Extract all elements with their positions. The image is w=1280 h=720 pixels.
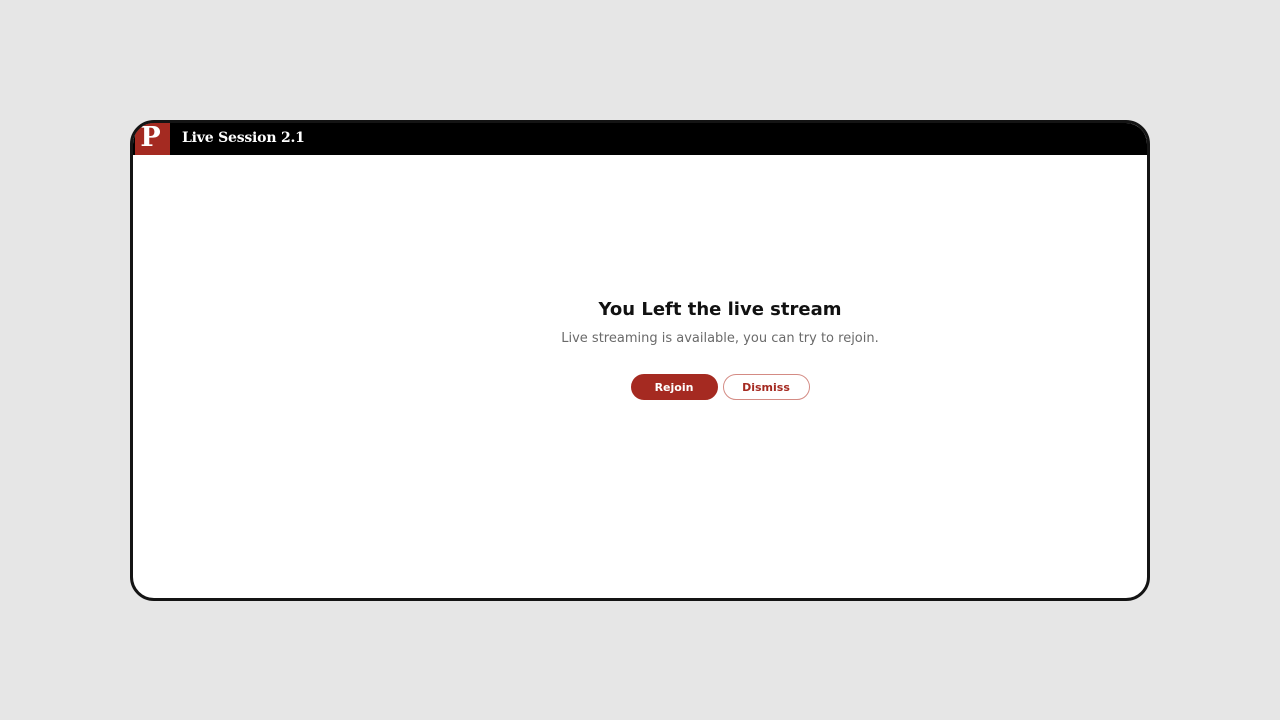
main-content: You Left the live stream Live streaming …	[133, 155, 1147, 598]
action-buttons: Rejoin Dismiss	[510, 374, 930, 400]
left-stream-message: You Left the live stream Live streaming …	[510, 298, 930, 400]
message-heading: You Left the live stream	[598, 299, 842, 320]
app-window: P Live Session 2.1 You Left the live str…	[130, 120, 1150, 601]
app-logo: P	[135, 123, 170, 155]
message-subtext: Live streaming is available, you can try…	[561, 331, 879, 346]
title-bar: P Live Session 2.1	[133, 123, 1147, 155]
window-title: Live Session 2.1	[182, 130, 305, 146]
logo-letter: P	[140, 122, 161, 153]
dismiss-button[interactable]: Dismiss	[722, 374, 810, 400]
rejoin-button[interactable]: Rejoin	[630, 374, 718, 400]
